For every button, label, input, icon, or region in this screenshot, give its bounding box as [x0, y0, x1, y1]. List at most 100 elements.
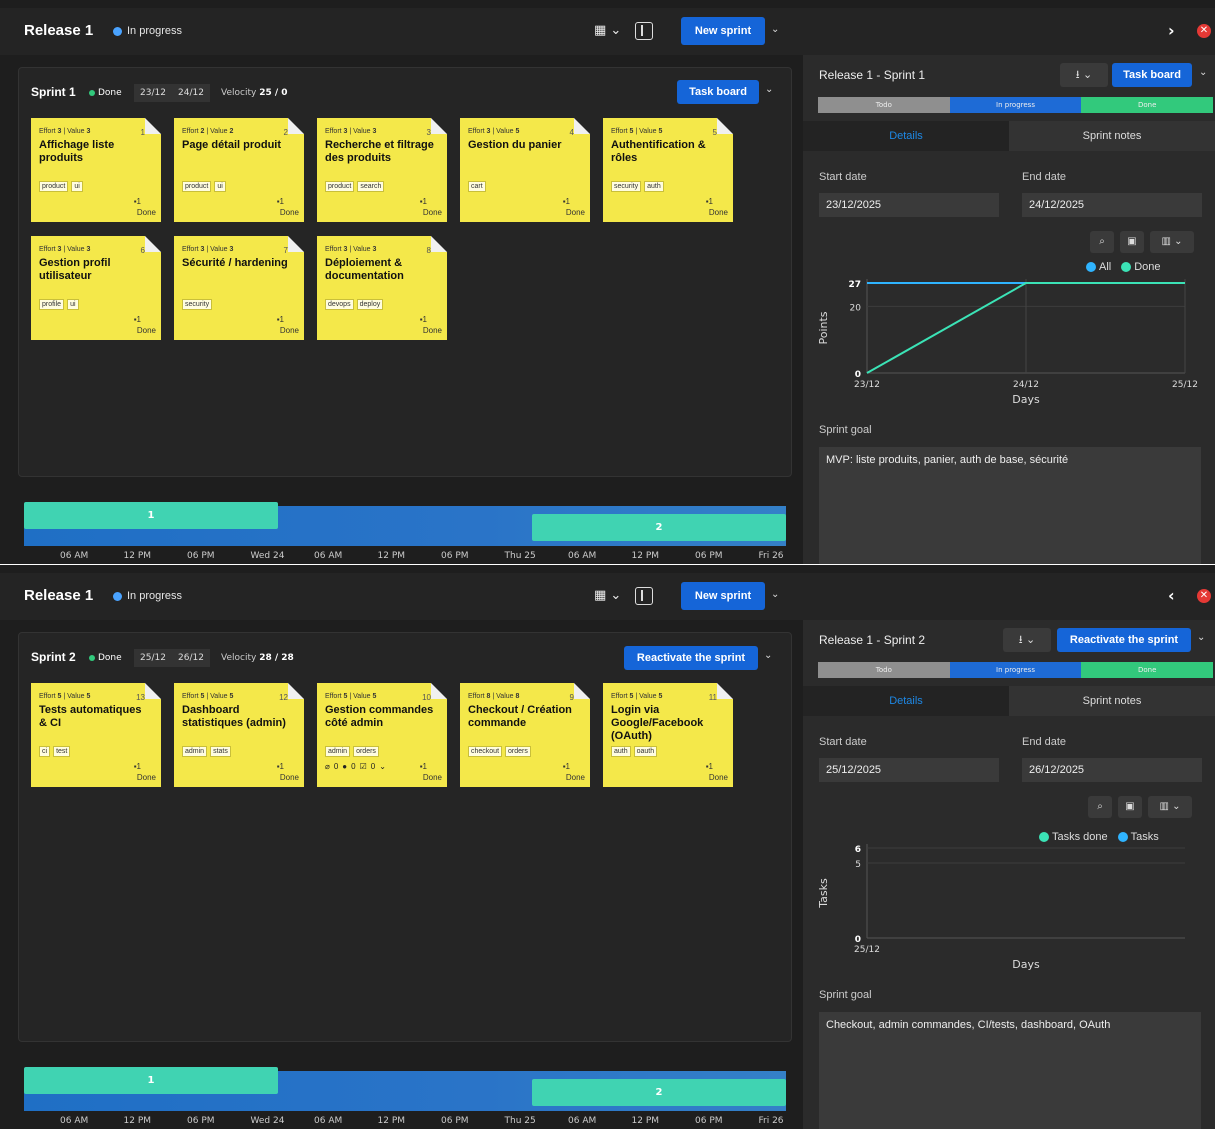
- timeline-bar-sprint-2[interactable]: 2: [532, 514, 786, 541]
- panel-nav-icon[interactable]: ‹: [1168, 586, 1175, 605]
- card-fold: [431, 236, 447, 252]
- sprint-end-chip[interactable]: 26/12: [172, 649, 210, 667]
- chart-type-icon[interactable]: ▥ ⌄: [1150, 231, 1194, 253]
- card-tag[interactable]: security: [611, 181, 642, 192]
- card-value: 8: [515, 693, 520, 700]
- card-value: 3: [86, 246, 91, 253]
- zoom-icon[interactable]: ⌕: [1090, 231, 1114, 253]
- task-card[interactable]: 11 Effort 5 | Value 5 Login via Google/Fac…: [603, 683, 733, 787]
- card-tag[interactable]: security: [182, 299, 213, 310]
- task-card[interactable]: 1 Effort 3 | Value 3 Affichage liste produ…: [31, 118, 161, 222]
- card-tag[interactable]: admin: [325, 746, 351, 757]
- grid-view-icon[interactable]: ▦ ⌄: [594, 23, 621, 38]
- card-tag[interactable]: orders: [505, 746, 531, 757]
- card-tag[interactable]: admin: [182, 746, 208, 757]
- task-card[interactable]: 13 Effort 5 | Value 5 Tests automatiques &…: [31, 683, 161, 787]
- card-tag[interactable]: auth: [611, 746, 631, 757]
- end-date-input[interactable]: 24/12/2025: [1022, 193, 1202, 217]
- sprint-goal-input[interactable]: Checkout, admin commandes, CI/tests, das…: [819, 1012, 1201, 1129]
- sprint-end-chip[interactable]: 24/12: [172, 84, 210, 102]
- release-status-label: In progress: [127, 25, 183, 37]
- end-date-input[interactable]: 26/12/2025: [1022, 758, 1202, 782]
- grid-view-icon[interactable]: ▦ ⌄: [594, 588, 621, 603]
- sprint-start-chip[interactable]: 23/12: [134, 84, 172, 102]
- panel-tabs: Details Sprint notes: [803, 686, 1215, 716]
- card-number: 8: [426, 246, 431, 255]
- chart-type-icon[interactable]: ▥ ⌄: [1148, 796, 1192, 818]
- card-tag[interactable]: stats: [210, 746, 231, 757]
- task-card[interactable]: 9 Effort 8 | Value 8 Checkout / Création c…: [460, 683, 590, 787]
- card-tag[interactable]: test: [53, 746, 71, 757]
- panel-dropdown-icon[interactable]: ⌄: [1197, 632, 1205, 643]
- card-tag[interactable]: search: [357, 181, 385, 192]
- card-tag[interactable]: ui: [71, 181, 83, 192]
- card-state: Done: [136, 208, 156, 217]
- task-card[interactable]: 6 Effort 3 | Value 3 Gestion profil utilis…: [31, 236, 161, 340]
- task-count-value: 1: [422, 762, 427, 771]
- card-tag[interactable]: product: [39, 181, 69, 192]
- sprint-primary-button[interactable]: Reactivate the sprint: [624, 646, 758, 670]
- sprint-dropdown-icon[interactable]: ⌄: [764, 650, 772, 661]
- tab-sprint-notes[interactable]: Sprint notes: [1009, 686, 1215, 716]
- timeline-tick-label: 06 PM: [187, 551, 215, 561]
- timeline-bar-sprint-2[interactable]: 2: [532, 1079, 786, 1106]
- panel-dropdown-icon[interactable]: ⌄: [1199, 67, 1207, 78]
- task-count-value: 1: [136, 315, 141, 324]
- end-date-label: End date: [1022, 171, 1067, 183]
- card-tag[interactable]: deploy: [356, 299, 384, 310]
- card-tag[interactable]: ui: [67, 299, 79, 310]
- start-date-label: Start date: [819, 736, 867, 748]
- card-effort: 3: [57, 128, 62, 135]
- close-icon[interactable]: ✕: [1197, 24, 1211, 38]
- panel-toggle-icon[interactable]: [635, 22, 653, 40]
- task-card[interactable]: 10 Effort 5 | Value 5 Gestion commandes cô…: [317, 683, 447, 787]
- card-tag[interactable]: oauth: [633, 746, 658, 757]
- save-icon[interactable]: ▣: [1118, 796, 1142, 818]
- sprint-start-chip[interactable]: 25/12: [134, 649, 172, 667]
- close-icon[interactable]: ✕: [1197, 589, 1211, 603]
- new-sprint-button[interactable]: New sprint: [681, 17, 765, 45]
- download-icon[interactable]: ⭳ ⌄: [1060, 63, 1108, 87]
- zoom-icon[interactable]: ⌕: [1088, 796, 1112, 818]
- tab-details[interactable]: Details: [803, 686, 1009, 716]
- task-card[interactable]: 5 Effort 5 | Value 5 Authentification & rô…: [603, 118, 733, 222]
- new-sprint-button[interactable]: New sprint: [681, 582, 765, 610]
- card-number: 12: [279, 693, 288, 702]
- sprint-goal-input[interactable]: MVP: liste produits, panier, auth de bas…: [819, 447, 1201, 564]
- panel-toggle-icon[interactable]: [635, 587, 653, 605]
- card-tag[interactable]: orders: [353, 746, 379, 757]
- task-card[interactable]: 4 Effort 3 | Value 5 Gestion du panier cart…: [460, 118, 590, 222]
- panel-nav-icon[interactable]: ›: [1168, 21, 1175, 40]
- save-icon[interactable]: ▣: [1120, 231, 1144, 253]
- card-tag[interactable]: checkout: [468, 746, 503, 757]
- expand-icon[interactable]: ⌄: [379, 762, 386, 771]
- download-icon[interactable]: ⭳ ⌄: [1003, 628, 1051, 652]
- timeline-bar-sprint-1[interactable]: 1: [24, 1067, 278, 1094]
- sprint-dropdown-icon[interactable]: ⌄: [765, 84, 773, 95]
- task-card[interactable]: 8 Effort 3 | Value 3 Déploiement & documen…: [317, 236, 447, 340]
- card-number: 2: [283, 128, 288, 137]
- task-card[interactable]: 2 Effort 2 | Value 2 Page détail produit pr…: [174, 118, 304, 222]
- new-sprint-dropdown-icon[interactable]: ⌄: [771, 589, 779, 600]
- panel-primary-button[interactable]: Reactivate the sprint: [1057, 628, 1191, 652]
- task-card[interactable]: 3 Effort 3 | Value 3 Recherche et filtrage…: [317, 118, 447, 222]
- card-tag[interactable]: product: [182, 181, 212, 192]
- card-tag[interactable]: ci: [39, 746, 51, 757]
- start-date-input[interactable]: 23/12/2025: [819, 193, 999, 217]
- panel-primary-button[interactable]: Task board: [1112, 63, 1192, 87]
- card-tag[interactable]: devops: [325, 299, 354, 310]
- task-card[interactable]: 12 Effort 5 | Value 5 Dashboard statistiqu…: [174, 683, 304, 787]
- start-date-input[interactable]: 25/12/2025: [819, 758, 999, 782]
- card-tag[interactable]: profile: [39, 299, 65, 310]
- card-tag[interactable]: product: [325, 181, 355, 192]
- task-card[interactable]: 7 Effort 3 | Value 3 Sécurité / hardening s…: [174, 236, 304, 340]
- card-tag[interactable]: ui: [214, 181, 226, 192]
- timeline-tick-label: 12 PM: [123, 551, 152, 561]
- card-tag[interactable]: auth: [644, 181, 664, 192]
- new-sprint-dropdown-icon[interactable]: ⌄: [771, 24, 779, 35]
- card-tag[interactable]: cart: [468, 181, 486, 192]
- tab-details[interactable]: Details: [803, 121, 1009, 151]
- tab-sprint-notes[interactable]: Sprint notes: [1009, 121, 1215, 151]
- sprint-primary-button[interactable]: Task board: [677, 80, 759, 104]
- timeline-bar-sprint-1[interactable]: 1: [24, 502, 278, 529]
